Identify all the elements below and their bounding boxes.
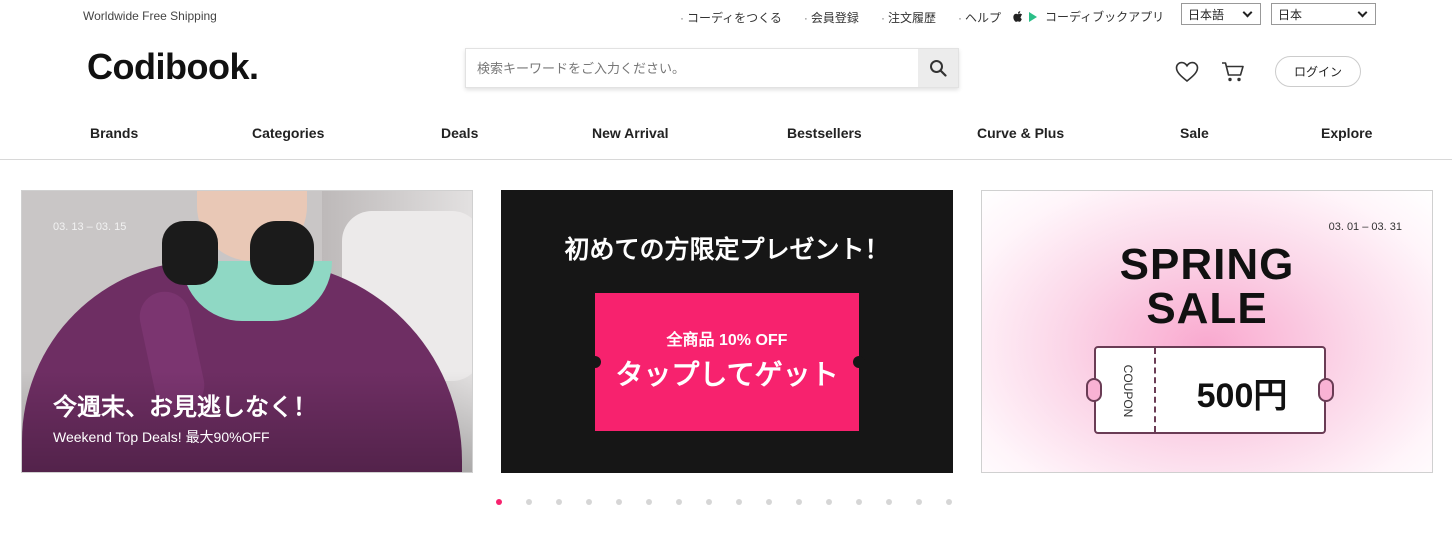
carousel-dot[interactable] [646, 499, 652, 505]
cart-button[interactable] [1220, 59, 1246, 85]
ticket-notch [1086, 378, 1102, 402]
coupon-cta: タップしてゲット [615, 359, 839, 390]
coupon-ticket[interactable]: 全商品 10% OFF タップしてゲット [589, 293, 865, 431]
main-nav: Brands Categories Deals New Arrival Best… [0, 110, 1452, 160]
carousel-dot[interactable] [736, 499, 742, 505]
banner-subtitle: Weekend Top Deals! 最大90%OFF [53, 429, 270, 445]
app-link[interactable]: コーディブックアプリ [1013, 8, 1164, 25]
carousel-dot[interactable] [586, 499, 592, 505]
banner-date: 03. 01 – 03. 31 [1328, 221, 1402, 233]
chevron-down-icon [1242, 7, 1253, 17]
utility-links: コーディをつくる 会員登録 注文履歴 ヘルプ [680, 9, 1023, 26]
login-button[interactable]: ログイン [1275, 56, 1361, 87]
nav-bestsellers[interactable]: Bestsellers [787, 125, 862, 141]
nav-brands[interactable]: Brands [90, 125, 138, 141]
coupon-offer: 全商品 10% OFF [666, 332, 788, 349]
search-button[interactable] [918, 49, 958, 87]
search-bar [465, 48, 959, 88]
app-link-label: コーディブックアプリ [1045, 10, 1165, 24]
carousel-dot[interactable] [766, 499, 772, 505]
carousel-dot[interactable] [556, 499, 562, 505]
banner-title: 初めての方限定プレゼント！ [564, 236, 890, 264]
search-input[interactable] [466, 49, 918, 87]
banner-title: SPRING SALE [982, 243, 1432, 331]
banner-title: 今週末、お見逃しなく！ [53, 394, 317, 421]
apple-icon [1013, 11, 1023, 22]
banner-weekend-deals[interactable]: 03. 13 – 03. 15 今週末、お見逃しなく！ Weekend Top … [21, 190, 473, 473]
nav-curve-plus[interactable]: Curve & Plus [977, 125, 1064, 141]
shipping-notice: Worldwide Free Shipping [83, 9, 217, 23]
language-value: 日本語 [1188, 7, 1225, 22]
coupon-amount: 500円 [1196, 377, 1288, 415]
link-order-history[interactable]: 注文履歴 [881, 9, 936, 26]
carousel-dot[interactable] [496, 499, 502, 505]
country-select[interactable]: 日本 [1271, 3, 1376, 25]
nav-sale[interactable]: Sale [1180, 125, 1209, 141]
carousel-dot[interactable] [886, 499, 892, 505]
nav-explore[interactable]: Explore [1321, 125, 1372, 141]
nav-categories[interactable]: Categories [252, 125, 324, 141]
carousel-dot[interactable] [946, 499, 952, 505]
carousel-dot[interactable] [676, 499, 682, 505]
country-value: 日本 [1278, 7, 1303, 22]
title-line-1: SPRING [1119, 240, 1295, 289]
carousel-dot[interactable] [616, 499, 622, 505]
title-line-2: SALE [1146, 284, 1268, 333]
carousel-dot[interactable] [916, 499, 922, 505]
cart-icon [1222, 62, 1244, 82]
wishlist-button[interactable] [1174, 59, 1200, 85]
ticket-divider [1154, 348, 1156, 432]
banner-date: 03. 13 – 03. 15 [53, 221, 127, 233]
carousel-dot[interactable] [856, 499, 862, 505]
carousel-dot[interactable] [826, 499, 832, 505]
heart-icon [1175, 61, 1199, 83]
carousel-dot[interactable] [706, 499, 712, 505]
coupon-ticket[interactable]: COUPON 500円 [1086, 346, 1334, 434]
carousel-pagination [496, 499, 976, 505]
nav-new-arrival[interactable]: New Arrival [592, 125, 669, 141]
carousel-dot[interactable] [526, 499, 532, 505]
language-select[interactable]: 日本語 [1181, 3, 1261, 25]
chevron-down-icon [1357, 7, 1368, 17]
coupon-label: COUPON [1121, 364, 1135, 418]
play-store-icon [1029, 11, 1037, 22]
banner-first-time-gift[interactable]: 初めての方限定プレゼント！ 全商品 10% OFF タップしてゲット [501, 190, 953, 473]
banner-spring-sale[interactable]: 03. 01 – 03. 31 SPRING SALE COUPON 500円 [981, 190, 1433, 473]
link-help[interactable]: ヘルプ [958, 9, 1001, 26]
headphone-right [250, 221, 314, 285]
link-create-coordinate[interactable]: コーディをつくる [680, 9, 782, 26]
link-register[interactable]: 会員登録 [804, 9, 859, 26]
headphone-left [162, 221, 218, 285]
site-logo[interactable]: Codibook. [87, 46, 259, 88]
carousel-dot[interactable] [796, 499, 802, 505]
top-utility-bar: Worldwide Free Shipping コーディをつくる 会員登録 注文… [0, 0, 1452, 32]
search-icon [930, 60, 947, 77]
nav-deals[interactable]: Deals [441, 125, 478, 141]
